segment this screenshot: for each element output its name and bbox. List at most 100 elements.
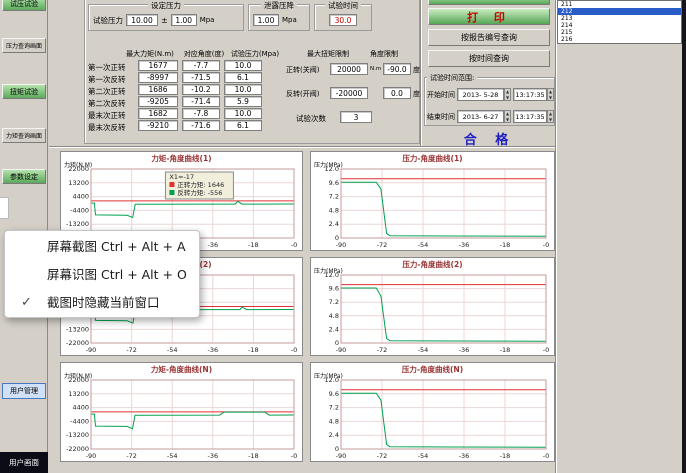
menu-item-label: 截图时隐藏当前窗口 bbox=[47, 295, 160, 310]
chart-title: 力矩-角度曲线(1) bbox=[61, 153, 302, 164]
svg-text:-54: -54 bbox=[418, 346, 429, 354]
pressure-value: 6.1 bbox=[224, 72, 262, 83]
svg-text:0: 0 bbox=[335, 339, 339, 347]
svg-text:-54: -54 bbox=[418, 452, 429, 460]
start-time-spinner[interactable]: ▲▼ bbox=[547, 88, 554, 101]
check-icon: ✓ bbox=[21, 289, 32, 317]
torque-value: -9205 bbox=[138, 96, 178, 107]
pressure-value: 10.0 bbox=[224, 108, 262, 119]
record-list-item-selected[interactable]: 212 bbox=[558, 8, 681, 15]
reverse-angle-limit-input[interactable]: 0.0 bbox=[383, 87, 411, 99]
screenshot-context-menu: 屏幕截图 Ctrl + Alt + A 屏幕识图 Ctrl + Alt + O … bbox=[4, 230, 200, 318]
start-date-input[interactable]: 2013- 5-28 bbox=[457, 88, 504, 101]
svg-text:-90: -90 bbox=[86, 452, 97, 460]
svg-text:0: 0 bbox=[335, 234, 339, 242]
chart-unit-label: 力矩(N.M) bbox=[64, 371, 92, 380]
start-time-input[interactable]: 13:17:35 bbox=[513, 88, 547, 101]
svg-text:正转力矩: 1646: 正转力矩: 1646 bbox=[177, 180, 224, 189]
svg-text:-18: -18 bbox=[248, 241, 259, 249]
svg-text:X1=-17: X1=-17 bbox=[169, 173, 194, 181]
app-window: 试压试验 压力查询画面 扭矩试验 力矩查询画面 参数设定 用户管理 用户画面 设… bbox=[0, 0, 686, 473]
svg-text:-90: -90 bbox=[336, 346, 347, 354]
record-panel bbox=[557, 0, 686, 473]
svg-text:-13200: -13200 bbox=[66, 220, 89, 228]
end-time-label: 结束时间 bbox=[427, 112, 455, 122]
sidebar-item-user-screen[interactable]: 用户画面 bbox=[0, 452, 48, 473]
svg-text:7.2: 7.2 bbox=[329, 298, 339, 306]
svg-text:-72: -72 bbox=[126, 452, 137, 460]
svg-text:4.8: 4.8 bbox=[329, 206, 339, 214]
chart-unit-label: 压力(MPa) bbox=[314, 371, 343, 380]
svg-text:-0: -0 bbox=[291, 346, 297, 354]
svg-text:9.6: 9.6 bbox=[329, 285, 339, 293]
forward-angle-unit: 度 bbox=[413, 65, 420, 75]
set-pressure-group: 设定压力 试验压力 10.00 ± 1.00 Mpa bbox=[88, 4, 244, 31]
svg-text:4400: 4400 bbox=[72, 404, 89, 412]
reverse-limit-label: 反转(开阀) bbox=[286, 89, 319, 99]
record-list-item[interactable]: 214 bbox=[558, 22, 681, 29]
end-time-spinner[interactable]: ▲▼ bbox=[547, 110, 554, 123]
chart-pressure-angle-1[interactable]: 压力-角度曲线(1) 压力(MPa) -90-72-54-36-18-012.0… bbox=[310, 151, 555, 251]
torque-value: -8997 bbox=[138, 72, 178, 83]
leak-unit-label: Mpa bbox=[282, 16, 297, 24]
record-list-item[interactable]: 211 bbox=[558, 1, 681, 8]
svg-text:2.4: 2.4 bbox=[329, 431, 339, 439]
svg-text:-36: -36 bbox=[459, 452, 470, 460]
record-list-item[interactable]: 213 bbox=[558, 15, 681, 22]
print-button[interactable]: 打 印 bbox=[428, 8, 550, 25]
svg-text:-72: -72 bbox=[377, 241, 388, 249]
chart-torque-angle-n[interactable]: 力矩-角度曲线(N) 力矩(N.M) -90-72-54-36-18-02200… bbox=[60, 362, 303, 462]
svg-text:-54: -54 bbox=[167, 346, 178, 354]
sidebar-item-parameter-setting[interactable]: 参数设定 bbox=[2, 169, 46, 184]
chart-title: 力矩-角度曲线(N) bbox=[61, 364, 302, 375]
query-by-report-button[interactable]: 按报告编号查询 bbox=[428, 29, 550, 46]
start-time-label: 开始时间 bbox=[427, 90, 455, 100]
forward-torque-limit-input[interactable]: 20000 bbox=[330, 63, 368, 75]
menu-item-screen-ocr[interactable]: 屏幕识图 Ctrl + Alt + O bbox=[5, 261, 199, 289]
test-pressure-input[interactable]: 10.00 bbox=[126, 14, 158, 26]
svg-text:-18: -18 bbox=[248, 452, 259, 460]
test-time-input[interactable]: 30.0 bbox=[329, 14, 357, 26]
svg-text:-36: -36 bbox=[459, 241, 470, 249]
header-angle: 对应角度(度) bbox=[178, 49, 230, 59]
tolerance-input[interactable]: 1.00 bbox=[171, 14, 197, 26]
svg-text:-0: -0 bbox=[291, 452, 297, 460]
svg-text:9.6: 9.6 bbox=[329, 179, 339, 187]
menu-item-hide-window[interactable]: ✓ 截图时隐藏当前窗口 bbox=[5, 289, 199, 317]
partial-button[interactable] bbox=[428, 0, 550, 5]
svg-text:-0: -0 bbox=[543, 241, 549, 249]
svg-text:-36: -36 bbox=[459, 346, 470, 354]
chart-canvas: -90-72-54-36-18-022000132004400-4400-132… bbox=[61, 363, 302, 461]
angle-value: -71.4 bbox=[182, 96, 220, 107]
chart-pressure-angle-n[interactable]: 压力-角度曲线(N) 压力(MPa) -90-72-54-36-18-012.0… bbox=[310, 362, 555, 462]
sidebar-item-pressure-test[interactable]: 试压试验 bbox=[2, 0, 46, 11]
chart-canvas: -90-72-54-36-18-012.09.67.24.82.40 bbox=[311, 363, 554, 461]
chart-pressure-angle-2[interactable]: 压力-角度曲线(2) 压力(MPa) -90-72-54-36-18-012.0… bbox=[310, 257, 555, 356]
svg-text:13200: 13200 bbox=[68, 390, 89, 398]
svg-text:4.8: 4.8 bbox=[329, 417, 339, 425]
svg-text:-90: -90 bbox=[336, 452, 347, 460]
svg-text:-22000: -22000 bbox=[66, 445, 89, 453]
torque-value: 1686 bbox=[138, 84, 178, 95]
record-listbox[interactable]: 211 212 213 214 215 216 bbox=[557, 0, 682, 44]
record-list-item[interactable]: 215 bbox=[558, 29, 681, 36]
query-by-time-button[interactable]: 按时间查询 bbox=[428, 50, 550, 67]
svg-text:-4400: -4400 bbox=[70, 206, 89, 214]
end-date-spinner[interactable]: ▲▼ bbox=[504, 110, 511, 123]
chart-title: 压力-角度曲线(2) bbox=[311, 259, 554, 270]
end-time-input[interactable]: 13:17:35 bbox=[513, 110, 547, 123]
start-date-spinner[interactable]: ▲▼ bbox=[504, 88, 511, 101]
record-list-item[interactable]: 216 bbox=[558, 36, 681, 43]
test-count-input[interactable]: 3 bbox=[340, 111, 372, 123]
menu-item-screen-capture[interactable]: 屏幕截图 Ctrl + Alt + A bbox=[5, 233, 199, 261]
pressure-value: 10.0 bbox=[224, 60, 262, 71]
end-date-input[interactable]: 2013- 6-27 bbox=[457, 110, 504, 123]
pressure-value: 10.0 bbox=[224, 84, 262, 95]
forward-angle-limit-input[interactable]: -90.0 bbox=[383, 63, 411, 75]
leak-drop-input[interactable]: 1.00 bbox=[253, 14, 279, 26]
sidebar-item-pressure-query[interactable]: 压力查询画面 bbox=[2, 38, 46, 53]
test-pressure-label: 试验压力 bbox=[93, 15, 123, 26]
sidebar-item-user-management[interactable]: 用户管理 bbox=[2, 383, 46, 399]
svg-text:-0: -0 bbox=[543, 452, 549, 460]
reverse-torque-limit-input[interactable]: -20000 bbox=[330, 87, 368, 99]
